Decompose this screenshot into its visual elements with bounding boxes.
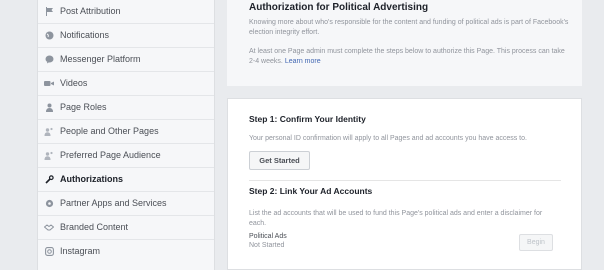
sidebar-item-label: Messenger Platform <box>60 54 141 64</box>
sidebar-item-label: Authorizations <box>60 174 123 184</box>
sidebar-item-label: Notifications <box>60 30 110 40</box>
sidebar-item-branded-content[interactable]: Branded Content <box>38 215 214 238</box>
authorization-header-panel: Authorization for Political Advertising … <box>227 0 582 86</box>
handshake-icon <box>44 222 54 232</box>
sidebar-item-label: Preferred Page Audience <box>60 150 161 160</box>
get-started-button[interactable]: Get Started <box>249 151 310 170</box>
sidebar-item-videos[interactable]: Videos <box>38 71 214 94</box>
sidebar-item-partner-apps-and-services[interactable]: Partner Apps and Services <box>38 191 214 214</box>
sidebar-item-notifications[interactable]: Notifications <box>38 23 214 46</box>
begin-button[interactable]: Begin <box>519 234 553 251</box>
divider <box>249 180 561 181</box>
sidebar-item-label: People and Other Pages <box>60 126 159 136</box>
flag-icon <box>44 6 54 16</box>
step2-description: List the ad accounts that will be used t… <box>249 210 543 227</box>
sidebar-item-authorizations[interactable]: Authorizations <box>38 167 214 190</box>
sidebar-item-instagram[interactable]: Instagram <box>38 239 214 262</box>
settings-sidebar: Post Attribution Notifications Messenger… <box>37 0 215 270</box>
wrench-icon <box>44 174 54 184</box>
page-title: Authorization for Political Advertising <box>249 2 429 13</box>
sidebar-item-label: Partner Apps and Services <box>60 198 167 208</box>
sidebar-item-label: Instagram <box>60 246 101 256</box>
step1-title: Step 1: Confirm Your Identity <box>249 114 366 124</box>
header-process-note: At least one Page admin must complete th… <box>249 47 569 67</box>
messenger-icon <box>44 54 54 64</box>
audience-icon <box>44 150 54 160</box>
sidebar-item-preferred-page-audience[interactable]: Preferred Page Audience <box>38 143 214 166</box>
header-description: Knowing more about who's responsible for… <box>249 19 569 36</box>
sidebar-item-messenger-platform[interactable]: Messenger Platform <box>38 47 214 70</box>
step2-title: Step 2: Link Your Ad Accounts <box>249 186 373 196</box>
video-camera-icon <box>44 78 54 88</box>
people-icon <box>44 126 54 136</box>
instagram-icon <box>44 246 54 256</box>
political-ads-label: Political Ads <box>249 233 287 240</box>
authorization-steps-panel: Step 1: Confirm Your Identity Your perso… <box>227 98 582 270</box>
sidebar-item-people-and-other-pages[interactable]: People and Other Pages <box>38 119 214 142</box>
sidebar-item-label: Videos <box>60 78 88 88</box>
gear-icon <box>44 198 54 208</box>
person-icon <box>44 102 54 112</box>
learn-more-link[interactable]: Learn more <box>285 58 321 65</box>
political-ads-status: Not Started <box>249 242 285 249</box>
sidebar-item-label: Page Roles <box>60 102 107 112</box>
sidebar-item-label: Branded Content <box>60 222 129 232</box>
sidebar-item-page-roles[interactable]: Page Roles <box>38 95 214 118</box>
step1-description: Your personal ID confirmation will apply… <box>249 135 527 142</box>
globe-icon <box>44 30 54 40</box>
sidebar-item-label: Post Attribution <box>60 6 121 16</box>
sidebar-item-post-attribution[interactable]: Post Attribution <box>38 0 214 22</box>
